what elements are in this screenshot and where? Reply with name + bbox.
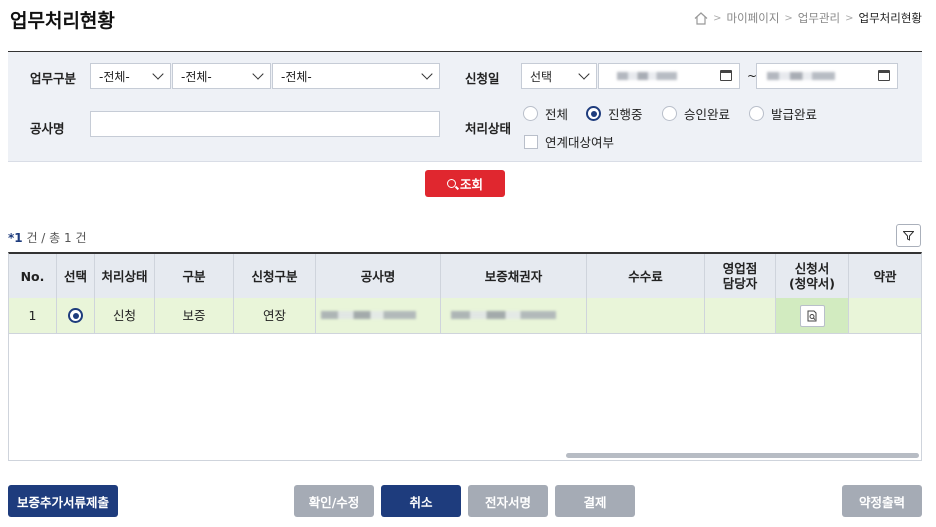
search-button[interactable]: 조회 <box>425 170 505 197</box>
cell-no: 1 <box>9 298 57 333</box>
result-table: No. 선택 처리상태 구분 신청구분 공사명 보증채권자 수수료 영업점 담당… <box>8 252 922 461</box>
chevron-down-icon <box>252 68 264 80</box>
redacted-date <box>617 72 677 80</box>
table-row[interactable]: 1 신청 보증 연장 <box>9 298 921 334</box>
col-apply-type: 신청구분 <box>234 254 316 298</box>
redacted-date <box>767 72 835 80</box>
breadcrumb-current: 업무처리현황 <box>858 11 922 25</box>
page-title: 업무처리현황 <box>10 10 115 32</box>
col-select: 선택 <box>57 254 95 298</box>
cell-apply-type: 연장 <box>234 298 316 333</box>
search-panel: 업무구분 -전체- -전체- -전체- 신청일 선택 ~ 공사명 처리상태 전체… <box>8 52 922 162</box>
chevron-down-icon <box>421 68 433 80</box>
cell-type: 보증 <box>155 298 234 333</box>
col-no: No. <box>9 254 57 298</box>
calendar-icon[interactable] <box>720 70 732 81</box>
status-radio-in-progress[interactable]: 진행중 <box>586 104 643 123</box>
work-type-select-1[interactable]: -전체- <box>90 63 171 89</box>
cell-status: 신청 <box>95 298 155 333</box>
cell-project <box>316 298 441 333</box>
filter-button[interactable] <box>896 224 921 247</box>
cell-creditor <box>441 298 587 333</box>
submit-additional-docs-button[interactable]: 보증추가서류제출 <box>8 485 118 517</box>
status-radio-approved[interactable]: 승인완료 <box>662 104 730 123</box>
project-name-input[interactable] <box>90 111 440 137</box>
apply-date-label: 신청일 <box>465 71 500 86</box>
confirm-edit-button[interactable]: 확인/수정 <box>294 485 374 517</box>
status-label: 처리상태 <box>465 121 512 136</box>
chevron-down-icon <box>152 68 164 80</box>
payment-button[interactable]: 결제 <box>555 485 635 517</box>
apply-date-select[interactable]: 선택 <box>521 63 597 89</box>
chevron-right-icon: > <box>845 12 854 24</box>
cell-application <box>776 298 849 333</box>
work-type-label: 업무구분 <box>30 71 77 86</box>
e-sign-button[interactable]: 전자서명 <box>468 485 548 517</box>
work-type-select-3[interactable]: -전체- <box>272 63 440 89</box>
col-project: 공사명 <box>316 254 441 298</box>
breadcrumb: > 마이페이지 > 업무관리 > 업무처리현황 <box>694 10 922 26</box>
redacted-project-name <box>321 311 416 319</box>
search-icon <box>446 179 456 188</box>
col-creditor: 보증채권자 <box>441 254 587 298</box>
print-agreement-button[interactable]: 약정출력 <box>842 485 922 517</box>
col-fee: 수수료 <box>587 254 705 298</box>
row-select-radio[interactable] <box>68 308 83 323</box>
filter-icon <box>903 230 914 241</box>
cell-select[interactable] <box>57 298 95 333</box>
cell-branch-manager <box>705 298 776 333</box>
home-icon[interactable] <box>694 11 708 25</box>
breadcrumb-item-mypage[interactable]: 마이페이지 <box>727 10 780 26</box>
chevron-right-icon: > <box>713 12 722 24</box>
cell-fee <box>587 298 705 333</box>
calendar-icon[interactable] <box>878 70 890 81</box>
col-type: 구분 <box>155 254 234 298</box>
status-radio-issued[interactable]: 발급완료 <box>749 104 817 123</box>
col-application: 신청서 (청약서) <box>776 254 849 298</box>
col-branch-manager: 영업점 담당자 <box>705 254 776 298</box>
view-application-button[interactable] <box>799 304 825 327</box>
start-date-field[interactable] <box>598 63 740 89</box>
end-date-field[interactable] <box>756 63 898 89</box>
cell-terms <box>849 298 921 333</box>
document-view-icon <box>807 310 817 321</box>
col-terms: 약관 <box>873 268 897 284</box>
horizontal-scrollbar[interactable] <box>566 453 919 458</box>
result-count: *1 건 / 총 1 건 <box>8 231 87 245</box>
cancel-button[interactable]: 취소 <box>381 485 461 517</box>
chevron-down-icon <box>578 68 590 80</box>
project-name-label: 공사명 <box>30 121 65 136</box>
status-radio-all[interactable]: 전체 <box>523 104 568 123</box>
redacted-creditor <box>451 311 556 319</box>
chevron-right-icon: > <box>784 12 793 24</box>
breadcrumb-item-work[interactable]: 업무관리 <box>798 10 840 26</box>
work-type-select-2[interactable]: -전체- <box>172 63 271 89</box>
col-status: 처리상태 <box>95 254 155 298</box>
linked-target-checkbox[interactable]: 연계대상여부 <box>524 132 614 151</box>
table-header: No. 선택 처리상태 구분 신청구분 공사명 보증채권자 수수료 영업점 담당… <box>9 254 921 299</box>
